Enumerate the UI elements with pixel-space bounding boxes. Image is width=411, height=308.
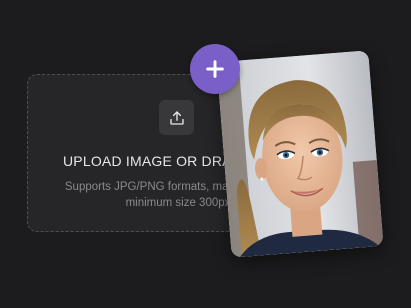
sample-photo-card[interactable] bbox=[216, 50, 384, 258]
upload-title: UPLOAD IMAGE OR DRAG bbox=[63, 153, 243, 169]
portrait-photo bbox=[216, 50, 384, 258]
upload-button[interactable] bbox=[159, 100, 194, 135]
upload-icon bbox=[169, 110, 184, 125]
add-button[interactable] bbox=[190, 44, 240, 94]
plus-icon bbox=[206, 60, 224, 78]
